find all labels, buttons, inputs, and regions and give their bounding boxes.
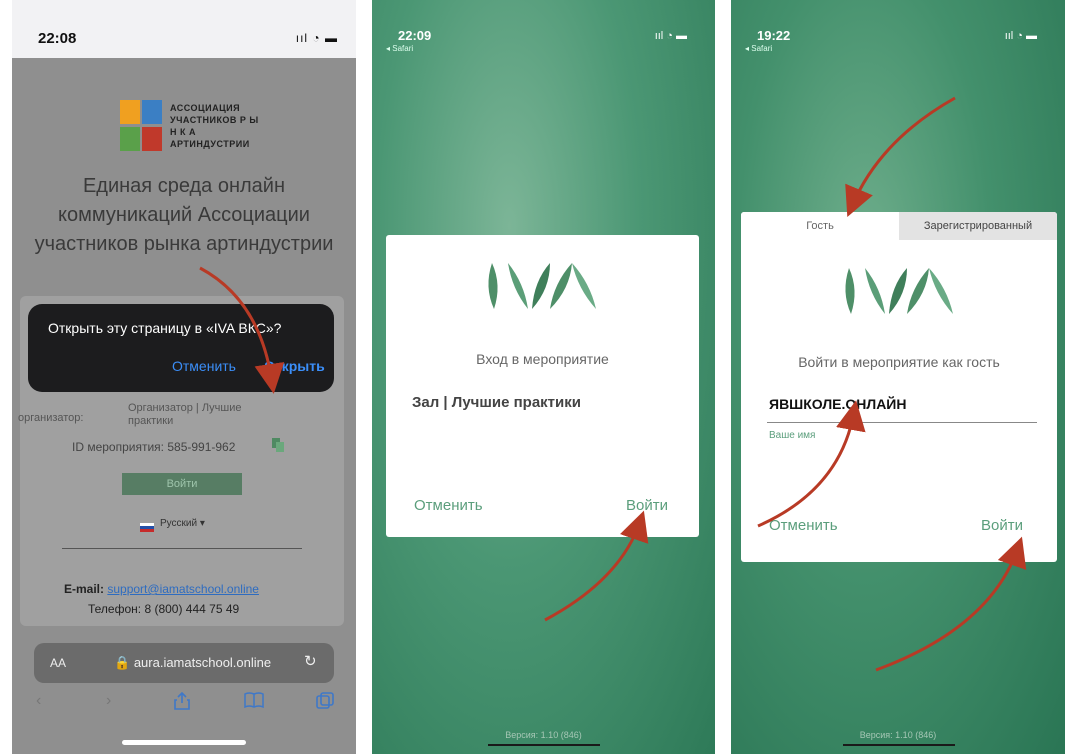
url-value: aura.iamatschool.online bbox=[133, 655, 272, 670]
forward-icon[interactable]: › bbox=[106, 692, 111, 710]
dialog-open-button[interactable]: Открыть bbox=[264, 358, 325, 374]
phone-number: Телефон: 8 (800) 444 75 49 bbox=[88, 602, 240, 616]
app-version: Версия: 1.10 (846) bbox=[505, 730, 582, 740]
page-title: Единая среда онлайн коммуникаций Ассоциа… bbox=[34, 175, 334, 255]
organizer-value: Организатор | Лучшие практики bbox=[128, 402, 242, 427]
event-id: ID мероприятия: 585-991-962 bbox=[72, 440, 236, 454]
back-to-safari[interactable]: ◂ Safari bbox=[386, 44, 413, 53]
status-icons: ııl ◔ ▬ bbox=[654, 30, 687, 42]
dialog-title: Войти в мероприятие как гость bbox=[798, 354, 1000, 370]
tab-registered[interactable]: Зарегистрированный bbox=[899, 212, 1057, 240]
address-bar[interactable]: AA 🔒 aura.iamatschool.online ↻ bbox=[34, 643, 334, 683]
screen-browser: 22:08 ııl ◔ ▬ АССОЦИАЦИЯ УЧАСТНИКОВ Р Ы … bbox=[12, 0, 356, 754]
home-indicator bbox=[488, 744, 600, 746]
dialog-title: Вход в мероприятие bbox=[476, 351, 609, 367]
cancel-button[interactable]: Отменить bbox=[414, 497, 483, 514]
status-time: 19:22 bbox=[757, 28, 791, 43]
status-time: 22:08 bbox=[38, 30, 77, 47]
home-indicator bbox=[843, 744, 955, 746]
tab-guest[interactable]: Гость bbox=[741, 212, 899, 240]
logo-mark-icon bbox=[120, 100, 164, 154]
back-icon[interactable]: ‹ bbox=[36, 692, 41, 710]
status-icons: ııl ◔ ▬ bbox=[1004, 30, 1037, 42]
reload-icon[interactable]: ↻ bbox=[304, 652, 317, 670]
guest-name-field[interactable]: ЯВШКОЛЕ.ОНЛАЙН bbox=[769, 396, 1035, 412]
field-underline bbox=[767, 422, 1037, 423]
email-row: E-mail: support@iamatschool.online bbox=[64, 582, 259, 596]
screen-iva-join: 22:09 ◂ Safari ııl ◔ ▬ Вход в мероприяти… bbox=[372, 0, 715, 754]
login-button[interactable]: Войти bbox=[981, 517, 1023, 534]
dialog-text: Открыть эту страницу в «IVA ВКС»? bbox=[48, 320, 282, 336]
event-name: Зал | Лучшие практики bbox=[412, 394, 581, 411]
status-icons: ııl ◔ ▬ bbox=[295, 31, 338, 45]
status-time: 22:09 bbox=[398, 28, 432, 43]
reader-aa-button[interactable]: AA bbox=[50, 656, 66, 670]
dialog-cancel-button[interactable]: Отменить bbox=[172, 358, 236, 374]
russia-flag-icon bbox=[140, 523, 154, 532]
back-to-safari[interactable]: ◂ Safari bbox=[745, 44, 772, 53]
app-version: Версия: 1.10 (846) bbox=[859, 730, 937, 740]
screen-iva-guest-login: 19:22 ◂ Safari ııl ◔ ▬ Гость Зарегистрир… bbox=[731, 0, 1065, 754]
home-indicator bbox=[122, 740, 246, 745]
guest-name-label: Ваше имя bbox=[769, 430, 816, 441]
logo-text: АССОЦИАЦИЯ УЧАСТНИКОВ Р Ы Н К А АРТИНДУС… bbox=[170, 103, 259, 149]
share-icon[interactable] bbox=[174, 692, 190, 710]
copy-icon[interactable] bbox=[272, 438, 284, 452]
login-button[interactable]: Войти bbox=[626, 497, 668, 514]
email-link[interactable]: support@iamatschool.online bbox=[107, 582, 259, 596]
language-select[interactable]: Русский ▾ bbox=[160, 518, 205, 529]
join-dialog: Вход в мероприятие Зал | Лучшие практики… bbox=[386, 235, 699, 537]
tabs-icon[interactable] bbox=[316, 692, 334, 710]
open-in-app-dialog: Открыть эту страницу в «IVA ВКС»? Отмени… bbox=[28, 304, 334, 392]
organizer-label: организатор: bbox=[18, 412, 84, 424]
url-text: 🔒 aura.iamatschool.online bbox=[114, 655, 272, 670]
guest-login-dialog: Гость Зарегистрированный Войти в меропри… bbox=[741, 212, 1057, 562]
bookmarks-icon[interactable] bbox=[244, 692, 264, 708]
iva-logo-icon bbox=[488, 263, 596, 309]
divider bbox=[62, 548, 302, 549]
login-button[interactable]: Войти bbox=[122, 473, 242, 495]
status-bar: 22:08 ııl ◔ ▬ bbox=[12, 0, 356, 58]
email-label: E-mail: bbox=[64, 582, 105, 596]
iva-logo-icon bbox=[845, 268, 953, 314]
cancel-button[interactable]: Отменить bbox=[769, 517, 838, 534]
association-logo: АССОЦИАЦИЯ УЧАСТНИКОВ Р Ы Н К А АРТИНДУС… bbox=[120, 100, 260, 156]
